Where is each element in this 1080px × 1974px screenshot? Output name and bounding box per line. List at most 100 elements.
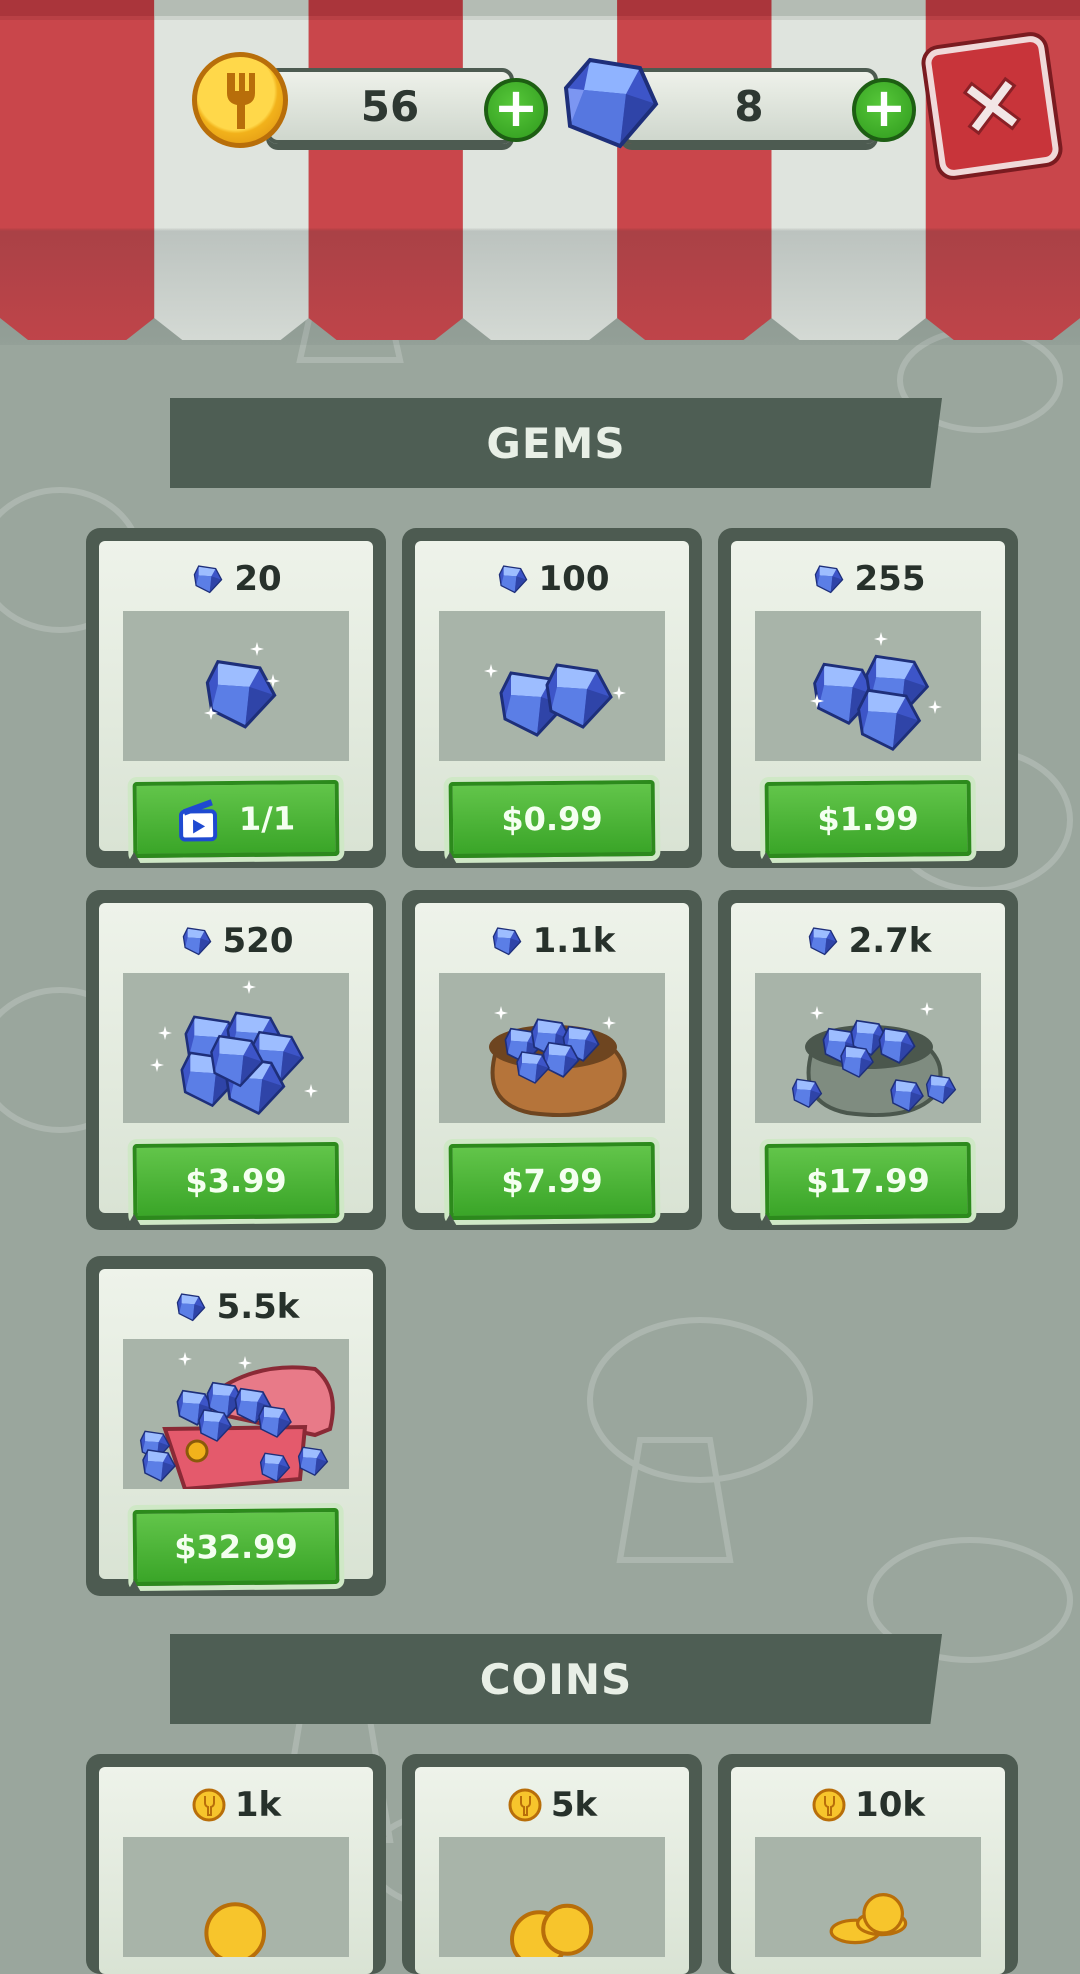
offer-amount-label: 10k bbox=[855, 1785, 925, 1825]
card-tail bbox=[126, 1214, 142, 1228]
gem-sack-icon bbox=[489, 1006, 627, 1118]
offer-image bbox=[755, 1837, 981, 1957]
gem-offer-card[interactable]: 5.5k $32.99 bbox=[86, 1256, 386, 1596]
gem-offer-card[interactable]: 520 $3.99 bbox=[86, 890, 386, 1230]
offer-image bbox=[439, 973, 665, 1123]
offer-amount-label: 255 bbox=[854, 559, 926, 599]
offer-amount-label: 20 bbox=[234, 559, 282, 599]
offer-amount-label: 100 bbox=[538, 559, 610, 599]
coin-icon bbox=[812, 1788, 846, 1822]
card-panel: 100 $0.99 bbox=[415, 541, 689, 859]
close-icon bbox=[962, 76, 1022, 136]
card-tail bbox=[758, 852, 774, 866]
offer-image bbox=[439, 1837, 665, 1957]
buy-button[interactable]: $0.99 bbox=[448, 779, 656, 859]
gem-icon bbox=[814, 565, 843, 594]
card-panel: 10k bbox=[731, 1767, 1005, 1974]
gem-counter: 8 + bbox=[560, 57, 920, 149]
offer-image bbox=[755, 611, 981, 761]
card-tail bbox=[126, 852, 142, 866]
fork-icon bbox=[227, 73, 255, 129]
coin-offer-card[interactable]: 10k bbox=[718, 1754, 1018, 1974]
coin-counter: 56 + bbox=[192, 52, 548, 148]
offer-amount: 5.5k bbox=[99, 1285, 373, 1329]
offer-amount: 255 bbox=[731, 557, 1005, 601]
coin-offer-card[interactable]: 5k bbox=[402, 1754, 702, 1974]
offer-image bbox=[123, 611, 349, 761]
coin-icon bbox=[508, 1788, 542, 1822]
coin-pile-icon bbox=[510, 1903, 594, 1957]
card-panel: 520 $3.99 bbox=[99, 903, 373, 1221]
gem-icon bbox=[182, 927, 211, 956]
offer-amount-label: 2.7k bbox=[848, 921, 932, 961]
gem-icon bbox=[808, 927, 837, 956]
offer-amount: 2.7k bbox=[731, 919, 1005, 963]
buy-button[interactable]: $7.99 bbox=[448, 1141, 656, 1221]
gem-offer-card[interactable]: 2.7k $17.99 bbox=[718, 890, 1018, 1230]
gems-section-title: GEMS bbox=[170, 398, 942, 488]
add-coins-button[interactable]: + bbox=[484, 78, 548, 142]
price-label: $17.99 bbox=[806, 1161, 930, 1201]
gem-big-sack-icon bbox=[791, 1002, 957, 1118]
offer-amount: 1.1k bbox=[415, 919, 689, 963]
buy-button[interactable]: $1.99 bbox=[764, 779, 972, 859]
coin-count: 56 bbox=[266, 68, 514, 144]
gem-pair-icon bbox=[484, 663, 626, 737]
offer-amount: 520 bbox=[99, 919, 373, 963]
offer-amount: 20 bbox=[99, 557, 373, 601]
gem-icon bbox=[176, 1293, 205, 1322]
offer-image bbox=[123, 973, 349, 1123]
buy-button[interactable]: $17.99 bbox=[764, 1141, 972, 1221]
offer-image bbox=[123, 1837, 349, 1957]
offer-amount-label: 5.5k bbox=[216, 1287, 300, 1327]
card-panel: 255 $1.99 bbox=[731, 541, 1005, 859]
gem-pile-icon bbox=[150, 980, 318, 1116]
offer-image bbox=[439, 611, 665, 761]
coin-single-icon bbox=[204, 1902, 266, 1957]
offer-amount-label: 1.1k bbox=[532, 921, 616, 961]
gem-chest-icon bbox=[139, 1352, 335, 1489]
card-tail bbox=[442, 852, 458, 866]
currency-bar: 56 + 8 + bbox=[0, 0, 1080, 230]
price-label: $3.99 bbox=[185, 1161, 287, 1201]
price-label: $7.99 bbox=[501, 1161, 603, 1201]
coin-offer-card[interactable]: 1k bbox=[86, 1754, 386, 1974]
price-label: $1.99 bbox=[817, 799, 919, 839]
add-gems-button[interactable]: + bbox=[852, 78, 916, 142]
offer-amount: 1k bbox=[99, 1783, 373, 1827]
close-button[interactable] bbox=[923, 34, 1061, 178]
price-label: $0.99 bbox=[501, 799, 603, 839]
gem-icon bbox=[563, 57, 659, 149]
offer-amount-label: 1k bbox=[234, 1785, 282, 1825]
offer-amount: 100 bbox=[415, 557, 689, 601]
coin-icon bbox=[192, 1788, 226, 1822]
offer-image bbox=[755, 973, 981, 1123]
buy-button[interactable]: $32.99 bbox=[132, 1507, 340, 1587]
gem-single-icon bbox=[204, 642, 280, 729]
card-panel: 1.1k $7.99 bbox=[415, 903, 689, 1221]
card-panel: 1k bbox=[99, 1767, 373, 1974]
offer-image bbox=[123, 1339, 349, 1489]
gem-offer-card[interactable]: 100 $0.99 bbox=[402, 528, 702, 868]
card-panel: 20 1/1 bbox=[99, 541, 373, 859]
gem-icon bbox=[492, 927, 521, 956]
watch-ad-button[interactable]: 1/1 bbox=[132, 779, 340, 859]
video-ad-icon bbox=[178, 799, 218, 842]
card-tail bbox=[758, 1214, 774, 1228]
offer-amount: 10k bbox=[731, 1783, 1005, 1827]
coins-section-title: COINS bbox=[170, 1634, 942, 1724]
gem-trio-icon bbox=[810, 632, 942, 751]
card-tail bbox=[442, 1214, 458, 1228]
card-tail bbox=[126, 1580, 142, 1594]
card-panel: 5k bbox=[415, 1767, 689, 1974]
coin-icon bbox=[192, 52, 288, 148]
offer-amount-label: 520 bbox=[222, 921, 294, 961]
buy-button[interactable]: $3.99 bbox=[132, 1141, 340, 1221]
gem-icon bbox=[498, 565, 527, 594]
offer-amount: 5k bbox=[415, 1783, 689, 1827]
gem-offer-card[interactable]: 1.1k $7.99 bbox=[402, 890, 702, 1230]
price-label: 1/1 bbox=[238, 799, 296, 838]
gem-offer-card[interactable]: 20 1/1 bbox=[86, 528, 386, 868]
price-label: $32.99 bbox=[174, 1527, 298, 1567]
gem-offer-card[interactable]: 255 $1.99 bbox=[718, 528, 1018, 868]
